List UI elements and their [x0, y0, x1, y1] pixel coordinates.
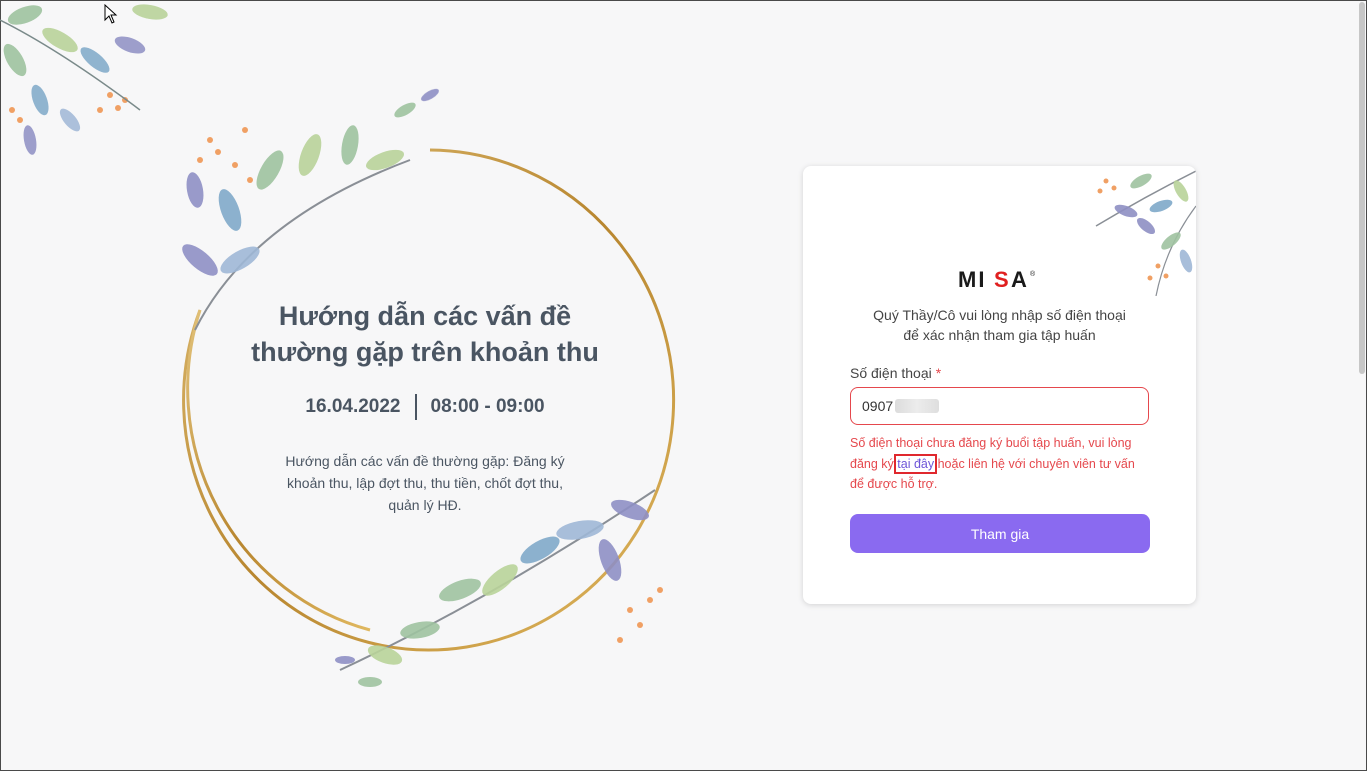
register-here-link[interactable]: tại đây — [894, 453, 938, 474]
svg-text:MI: MI — [958, 267, 986, 292]
login-card: MI S A ® Quý Thầy/Cô vui lòng nhập số đi… — [803, 166, 1196, 604]
intro-text: Quý Thầy/Cô vui lòng nhập số điện thoại … — [843, 305, 1156, 345]
phone-label: Số điện thoại * — [850, 365, 941, 381]
event-date: 16.04.2022 — [305, 396, 401, 417]
datetime-separator — [414, 394, 417, 420]
scrollbar[interactable] — [1359, 2, 1365, 374]
event-time: 08:00 - 09:00 — [430, 396, 545, 417]
error-message: Số điện thoại chưa đăng ký buổi tập huấn… — [850, 433, 1150, 495]
intro-line-1: Quý Thầy/Cô vui lòng nhập số điện thoại — [873, 307, 1126, 323]
intro-line-2: để xác nhận tham gia tập huấn — [903, 327, 1096, 343]
phone-input[interactable]: 0907 — [850, 387, 1149, 425]
misa-logo: MI S A ® — [958, 267, 1036, 292]
event-title-line-1: Hướng dẫn các vấn đề — [278, 301, 572, 331]
svg-text:S: S — [994, 267, 1009, 292]
mouse-cursor-icon — [104, 4, 118, 24]
event-description: Hướng dẫn các vấn đề thường gặp: Đăng ký… — [285, 453, 565, 513]
blurred-digits — [895, 399, 940, 413]
join-button[interactable]: Tham gia — [850, 514, 1150, 553]
event-title: Hướng dẫn các vấn đề thường gặp trên kho… — [225, 298, 625, 370]
event-title-line-2: thường gặp trên khoản thu — [251, 337, 599, 367]
event-datetime: 16.04.2022 08:00 - 09:00 — [270, 390, 580, 424]
floral-decoration-card — [1095, 170, 1196, 296]
required-mark: * — [935, 365, 942, 381]
svg-text:®: ® — [1030, 270, 1036, 278]
phone-label-text: Số điện thoại — [850, 365, 932, 381]
phone-input-value: 0907 — [862, 398, 894, 414]
svg-text:A: A — [1011, 267, 1027, 292]
